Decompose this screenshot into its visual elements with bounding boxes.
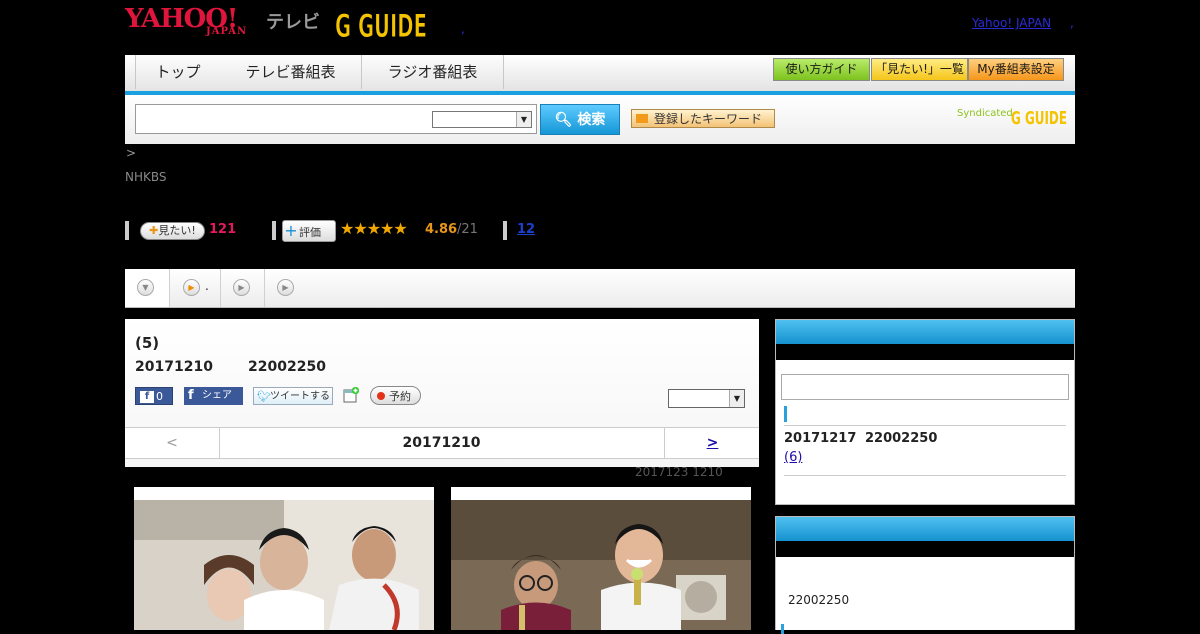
registered-keywords-label: 登録したキーワード bbox=[654, 112, 763, 126]
registered-keywords-button[interactable]: 登録したキーワード bbox=[631, 109, 775, 128]
program-photo-1-image bbox=[134, 500, 434, 630]
gguide-logo[interactable]: G GUIDE bbox=[335, 7, 433, 41]
episode-title: (5) bbox=[135, 334, 160, 352]
tv-logo-text: テレビ bbox=[266, 12, 320, 33]
sidebar-box-subheader bbox=[776, 541, 1074, 557]
date-navigation: < 20171210 > bbox=[125, 427, 759, 459]
nav-tab-tv-schedule[interactable]: テレビ番組表 bbox=[220, 55, 362, 89]
mitai-button-label: 見たい! bbox=[158, 224, 196, 237]
sidebar-box-header bbox=[776, 320, 1074, 344]
share-label: シェア bbox=[202, 390, 232, 401]
review-count-link[interactable]: 12 bbox=[517, 222, 535, 237]
header-separator: , bbox=[461, 22, 465, 36]
tab-2-label: . bbox=[205, 279, 209, 293]
next-air-date: 20171217 bbox=[784, 431, 857, 446]
gguide-logo-text: G GUIDE bbox=[335, 7, 427, 41]
tab-4[interactable]: ▶ bbox=[265, 269, 309, 307]
search-category-select[interactable]: ▼ bbox=[432, 111, 532, 128]
play-icon: ▶ bbox=[233, 279, 250, 296]
next-air-time: 22002250 bbox=[865, 431, 938, 446]
sidebar-box-subheader bbox=[776, 344, 1074, 360]
channel-name: NHKBS bbox=[125, 170, 167, 184]
sidebar-box-header bbox=[776, 517, 1074, 541]
plus-icon: ✚ bbox=[149, 224, 159, 237]
syndicated-label: Syndicated bbox=[957, 108, 1013, 119]
stat-divider bbox=[503, 221, 507, 240]
rate-button-label: 評価 bbox=[299, 226, 321, 239]
like-count: 0 bbox=[156, 390, 163, 403]
header-comma: , bbox=[1070, 16, 1074, 30]
tweet-label: ツイートする bbox=[270, 391, 330, 402]
usage-guide-button[interactable]: 使い方ガイド bbox=[773, 58, 870, 81]
rating-stars: ★★★★★ bbox=[340, 219, 408, 238]
sidebar-related-box: 22002250 bbox=[775, 516, 1075, 634]
search-button[interactable]: 🔍︎ 検索 bbox=[540, 104, 620, 135]
program-photo-2[interactable] bbox=[451, 487, 751, 630]
sidebar-input[interactable] bbox=[781, 374, 1069, 400]
plus-icon: + bbox=[284, 221, 298, 240]
mitai-list-button[interactable]: 「見たい!」一覧 bbox=[871, 58, 968, 81]
breadcrumb-separator: > bbox=[126, 146, 137, 160]
stat-divider bbox=[272, 221, 276, 240]
play-icon: ▶ bbox=[277, 279, 294, 296]
my-schedule-settings-button[interactable]: My番組表設定 bbox=[968, 58, 1064, 81]
reserve-button[interactable]: 予約 bbox=[370, 386, 421, 405]
facebook-share-button[interactable]: f シェア bbox=[184, 387, 243, 405]
rate-button[interactable]: +評価 bbox=[282, 220, 336, 242]
divider bbox=[784, 425, 1066, 426]
facebook-like-button[interactable]: f0 bbox=[135, 387, 173, 405]
calendar-add-icon[interactable] bbox=[343, 387, 359, 403]
chevron-down-icon: ▼ bbox=[516, 112, 531, 127]
record-dot-icon bbox=[377, 392, 385, 400]
play-icon: ▶ bbox=[183, 279, 200, 296]
facebook-icon: f bbox=[140, 391, 154, 403]
tab-3[interactable]: ▶ bbox=[221, 269, 265, 307]
program-photo-1[interactable] bbox=[134, 487, 434, 630]
section-marker bbox=[784, 406, 787, 422]
main-nav-bar: トップ テレビ番組表 ラジオ番組表 使い方ガイド 「見たい!」一覧 My番組表設… bbox=[125, 55, 1075, 95]
yahoo-japan-link[interactable]: Yahoo! JAPAN bbox=[972, 16, 1051, 30]
chevron-down-icon: ▼ bbox=[729, 390, 744, 407]
next-episode-link[interactable]: (6) bbox=[784, 450, 802, 465]
related-air-time: 22002250 bbox=[788, 593, 850, 607]
syndicated-gguide-logo: G GUIDE bbox=[1011, 108, 1067, 128]
nav-tab-top[interactable]: トップ bbox=[135, 55, 221, 89]
nav-tab-radio-schedule[interactable]: ラジオ番組表 bbox=[362, 55, 504, 89]
tab-2[interactable]: ▶. bbox=[170, 269, 221, 307]
program-tab-bar: ▼ ▶. ▶ ▶ bbox=[125, 269, 1075, 308]
twitter-bird-icon: 🐦︎ bbox=[257, 390, 271, 403]
sidebar-next-broadcast-box: 20171217 22002250 (6) bbox=[775, 319, 1075, 505]
current-date: 20171210 bbox=[402, 435, 481, 451]
air-time: 22002250 bbox=[248, 359, 326, 375]
reserve-label: 予約 bbox=[389, 390, 411, 403]
arrow-down-icon bbox=[636, 114, 648, 123]
tab-info[interactable]: ▼ bbox=[125, 269, 170, 307]
syndicated-gguide-text: G GUIDE bbox=[1011, 108, 1067, 128]
section-marker bbox=[781, 624, 784, 634]
rating-count: /21 bbox=[457, 222, 478, 237]
stat-divider bbox=[125, 221, 129, 240]
air-date: 20171210 bbox=[135, 359, 213, 375]
search-icon: 🔍︎ bbox=[554, 112, 573, 128]
prev-date-link[interactable]: < bbox=[125, 428, 220, 458]
search-area: ▼ 🔍︎ 検索 登録したキーワード Syndicated G GUIDE bbox=[125, 95, 1075, 144]
chevron-down-icon: ▼ bbox=[137, 279, 154, 296]
facebook-icon: f bbox=[188, 388, 194, 403]
program-photo-2-image bbox=[451, 500, 751, 630]
search-button-label: 検索 bbox=[577, 112, 606, 128]
program-info-panel: (5) 20171210 22002250 f0 f シェア 🐦︎ ツイートする 予… bbox=[125, 319, 759, 467]
program-option-select[interactable]: ▼ bbox=[668, 389, 745, 408]
tweet-button[interactable]: 🐦︎ ツイートする bbox=[253, 387, 333, 405]
yahoo-japan-logo-text: JAPAN bbox=[206, 26, 248, 37]
mitai-count: 121 bbox=[209, 222, 237, 237]
next-date-link[interactable]: > bbox=[664, 428, 760, 458]
divider bbox=[784, 475, 1066, 476]
mitai-button[interactable]: ✚見たい! bbox=[140, 222, 205, 240]
update-info: 2017123 1210 bbox=[635, 465, 723, 479]
rating-value: 4.86 bbox=[425, 222, 458, 237]
